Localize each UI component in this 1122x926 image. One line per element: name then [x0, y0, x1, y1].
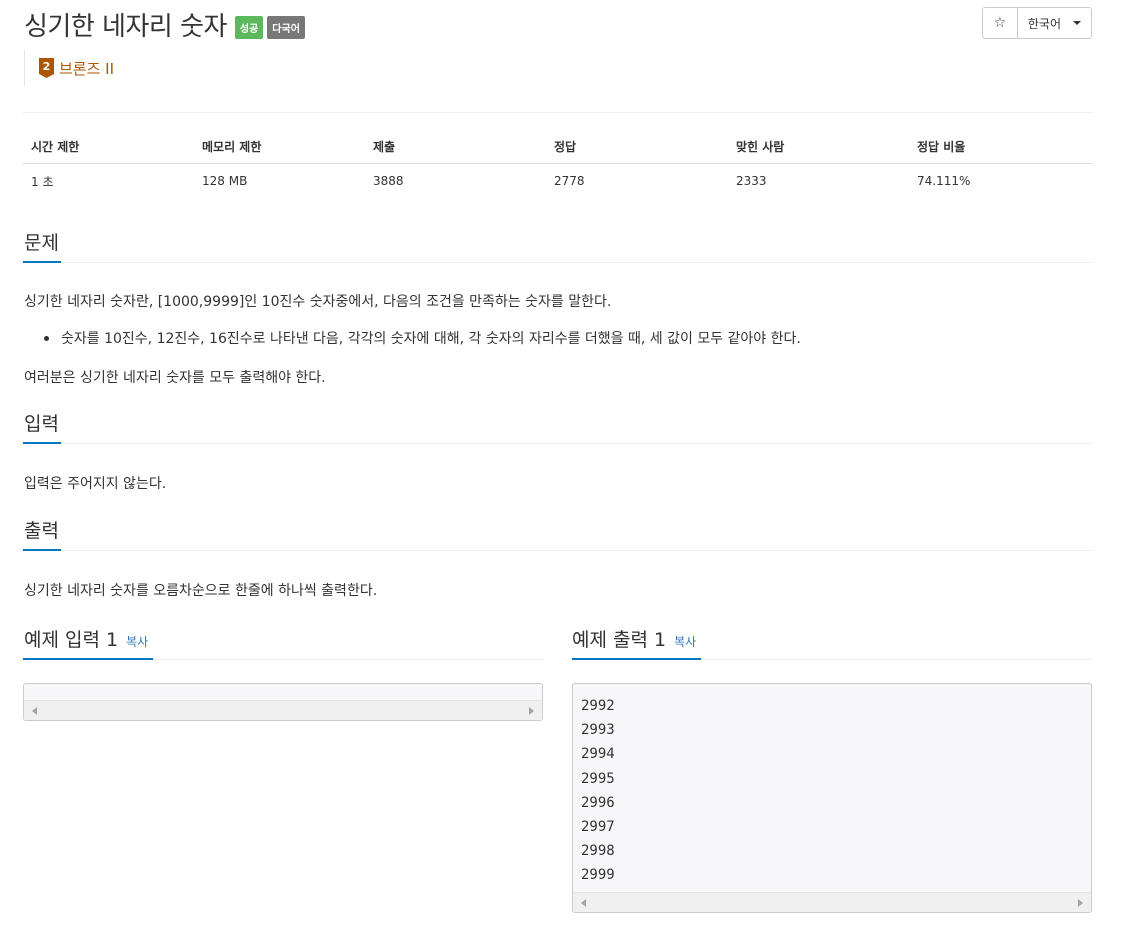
output-line: 2997 — [581, 819, 615, 836]
success-badge: 성공 — [234, 16, 264, 39]
description-paragraph-2: 여러분은 싱기한 네자리 숫자를 모두 출력해야 한다. — [24, 370, 326, 386]
section-underline — [23, 261, 61, 263]
output-line: 2995 — [581, 770, 615, 787]
description-paragraph: 싱기한 네자리 숫자란, [1000,9999]인 10진수 숫자중에서, 다음… — [24, 294, 612, 310]
language-dropdown[interactable]: 한국어 — [1017, 7, 1092, 39]
input-text: 입력은 주어지지 않는다. — [24, 476, 167, 492]
sample-input-heading: 예제 입력 1 복사 — [24, 625, 148, 652]
caret-down-icon — [1073, 21, 1081, 25]
section-divider — [23, 550, 1093, 551]
table-row: 1 초 128 MB 3888 2778 2333 74.111% — [23, 164, 1093, 198]
list-item: 숫자를 10진수, 12진수, 16진수로 나타낸 다음, 각각의 숫자에 대해… — [44, 328, 801, 348]
output-line: 2996 — [581, 794, 615, 811]
section-divider — [23, 262, 1093, 263]
table-header-row: 시간 제한 메모리 제한 제출 정답 맞힌 사람 정답 비율 — [23, 130, 1093, 164]
copy-sample-input-button[interactable]: 복사 — [126, 633, 148, 650]
sample-output-box[interactable]: 2992 2993 2994 2995 2996 2997 2998 2999 — [572, 683, 1092, 913]
tier-name: 브론즈 II — [59, 59, 115, 78]
description-bullet: 숫자를 10진수, 12진수, 16진수로 나타낸 다음, 각각의 숫자에 대해… — [61, 331, 801, 347]
sample-input-title: 예제 입력 1 — [24, 629, 119, 651]
header-time-limit: 시간 제한 — [31, 140, 80, 154]
sample-output-lines: 2992 2993 2994 2995 2996 2997 2998 2999 — [573, 684, 1091, 888]
memory-limit-value: 128 MB — [202, 174, 248, 188]
section-underline — [572, 658, 701, 660]
accepted-value: 2778 — [554, 174, 585, 188]
sample-input-box[interactable] — [23, 683, 543, 721]
scroll-left-icon[interactable] — [581, 899, 586, 907]
sample-output-title: 예제 출력 1 — [572, 629, 667, 651]
horizontal-scrollbar[interactable] — [24, 700, 542, 720]
sample-output-heading: 예제 출력 1 복사 — [572, 625, 696, 652]
scroll-left-icon[interactable] — [32, 707, 37, 715]
output-line: 2994 — [581, 746, 615, 763]
toolbar: ☆ 한국어 — [981, 7, 1092, 39]
output-line: 2998 — [581, 843, 615, 860]
input-heading: 입력 — [24, 413, 59, 435]
time-limit-value: 1 초 — [31, 174, 54, 189]
problem-title: 싱기한 네자리 숫자 — [24, 12, 227, 42]
divider — [23, 112, 1093, 113]
star-icon: ☆ — [993, 15, 1007, 31]
output-line: 2993 — [581, 722, 615, 739]
copy-sample-output-button[interactable]: 복사 — [674, 633, 696, 650]
solved-users-value: 2333 — [736, 174, 767, 188]
output-line: 2999 — [581, 867, 615, 884]
horizontal-scrollbar[interactable] — [573, 892, 1091, 912]
problem-page: 싱기한 네자리 숫자 성공 다국어 ☆ 한국어 2 브론즈 II 시간 제한 메… — [0, 0, 1122, 926]
language-label: 한국어 — [1027, 16, 1061, 31]
header-submissions: 제출 — [373, 140, 396, 154]
scroll-right-icon[interactable] — [529, 707, 534, 715]
tier-icon: 2 — [39, 58, 54, 78]
section-underline — [23, 442, 61, 444]
tier-level: 2 — [42, 60, 51, 73]
header-memory-limit: 메모리 제한 — [202, 140, 262, 154]
description-heading: 문제 — [24, 232, 59, 254]
accept-rate-value: 74.111% — [917, 174, 971, 188]
header-solved-users: 맞힌 사람 — [736, 140, 785, 154]
title-row: 싱기한 네자리 숫자 성공 다국어 — [24, 6, 305, 43]
header-accepted: 정답 — [554, 140, 577, 154]
bullet-icon — [44, 335, 49, 341]
scroll-right-icon[interactable] — [1078, 899, 1083, 907]
output-line: 2992 — [581, 698, 615, 714]
output-text: 싱기한 네자리 숫자를 오름차순으로 한줄에 하나씩 출력한다. — [24, 583, 378, 599]
submissions-value: 3888 — [373, 174, 404, 188]
problem-info-table: 시간 제한 메모리 제한 제출 정답 맞힌 사람 정답 비율 1 초 128 M… — [23, 130, 1093, 198]
star-button[interactable]: ☆ — [981, 7, 1018, 39]
header-accept-rate: 정답 비율 — [917, 140, 966, 154]
multilang-badge: 다국어 — [267, 16, 305, 39]
section-underline — [23, 658, 153, 660]
output-heading: 출력 — [24, 520, 59, 542]
section-divider — [23, 443, 1093, 444]
section-underline — [23, 549, 61, 551]
tier-link[interactable]: 2 브론즈 II — [24, 50, 114, 86]
